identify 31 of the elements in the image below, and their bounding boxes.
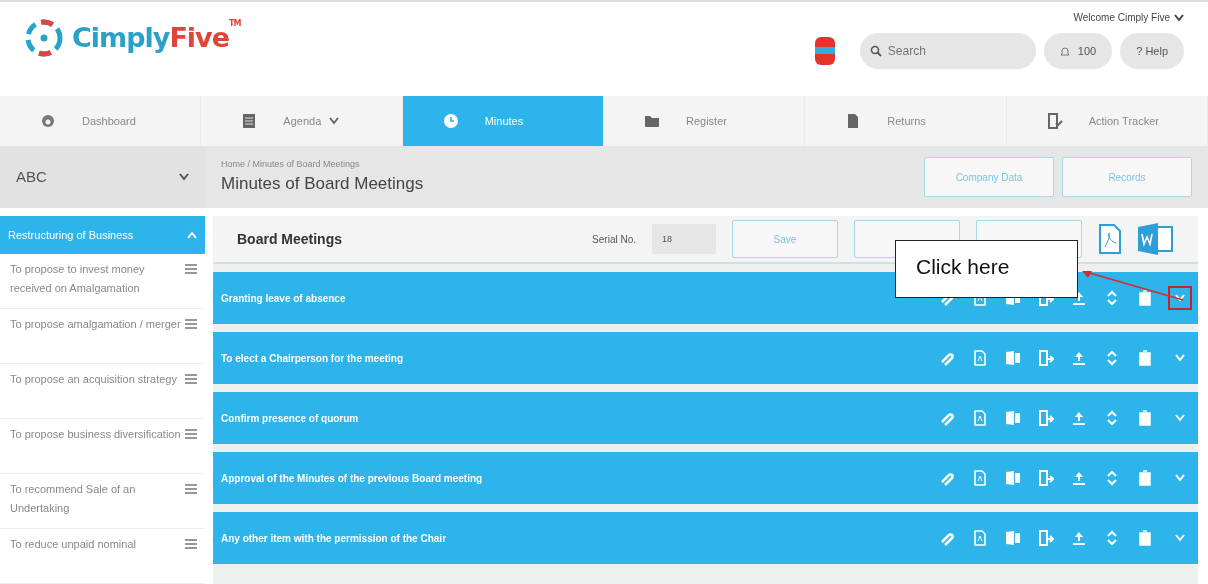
nav-tab[interactable]: Minutes (402, 96, 604, 146)
outline-button[interactable]: Records (1062, 157, 1192, 197)
agenda-item-bar[interactable]: Any other item with the permission of the Chair (213, 512, 1198, 564)
sidebar-item[interactable]: To propose an acquisition strategy (10, 370, 177, 418)
company-select[interactable]: ABC (0, 146, 205, 208)
click-here-tooltip: Click here (895, 240, 1078, 298)
save-button[interactable]: Save (732, 220, 838, 258)
sidebar-item[interactable]: To propose business diversification (10, 425, 181, 473)
sidebar-item[interactable]: To recommend Sale of an Undertaking (10, 480, 185, 528)
serial-field[interactable]: 18 (652, 224, 716, 254)
agenda-item-title: Confirm presence of quorum (221, 411, 359, 426)
agenda-item-bar[interactable]: Confirm presence of quorum (213, 392, 1198, 444)
sidebar-item[interactable]: To reduce unpaid nominal (10, 535, 136, 583)
breadcrumb: Home / Minutes of Board Meetings (221, 157, 361, 171)
sidebar-header[interactable]: Restructuring of Business (0, 216, 205, 254)
search-field[interactable]: Search (859, 33, 1036, 69)
agenda-item-bar[interactable]: To elect a Chairperson for the meeting (213, 332, 1198, 384)
sidebar-item[interactable]: To propose to invest money received on Amalgamation (10, 260, 185, 308)
sidebar-item[interactable]: To propose amalgamation / merger (10, 315, 181, 363)
outline-button[interactable]: Company Data (924, 157, 1054, 197)
agenda-item-title: Granting leave of absence (221, 291, 346, 306)
agenda-item-title: To elect a Chairperson for the meeting (221, 351, 404, 366)
notifications-button[interactable]: 100 (1043, 33, 1113, 69)
agenda-item-bar[interactable]: Approval of the Minutes of the previous Board meeting (213, 452, 1198, 504)
welcome-text: Welcome Cimply Five (1073, 11, 1170, 25)
agenda-item-title: Approval of the Minutes of the previous Board meeting (221, 471, 483, 486)
agenda-item-title: Any other item with the permission of the Chair (221, 531, 447, 546)
page-title: Minutes of Board Meetings (221, 173, 424, 195)
section-title: Board Meetings (237, 229, 342, 249)
help-button[interactable]: ? Help (1120, 33, 1184, 69)
serial-label: Serial No. (592, 232, 636, 247)
